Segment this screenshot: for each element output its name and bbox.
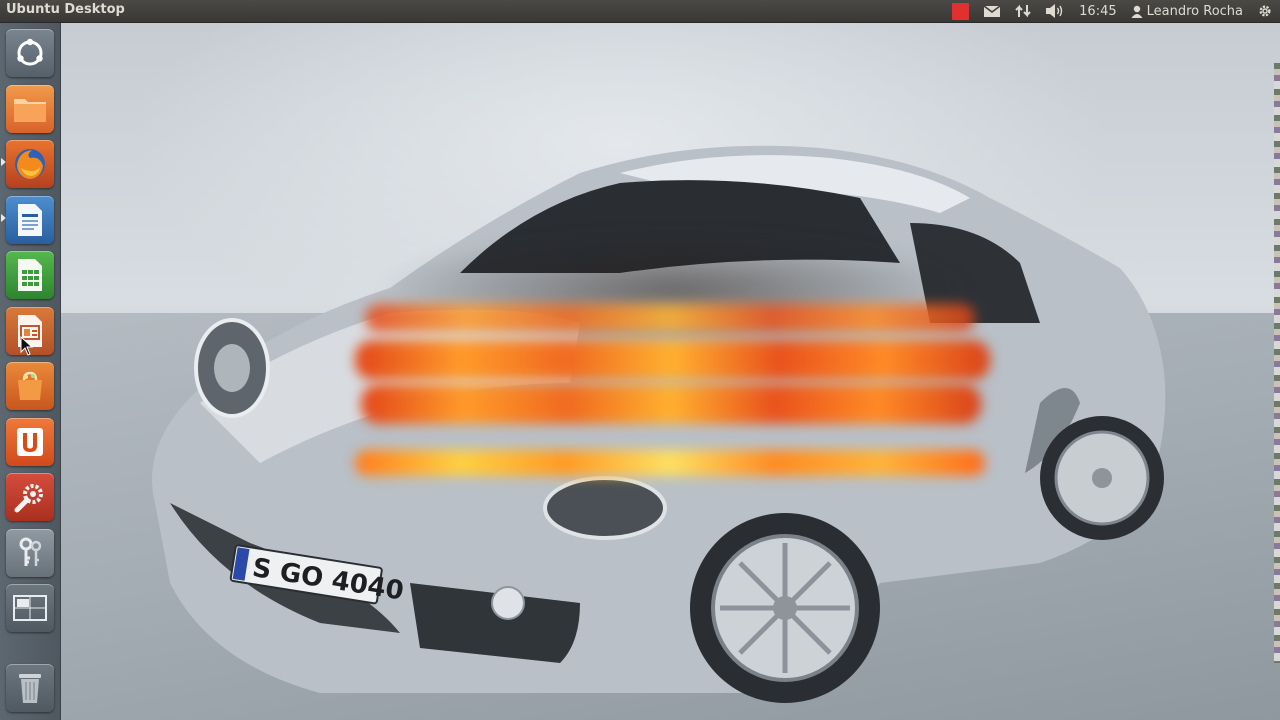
ubuntu-logo-icon [17,38,43,66]
workspace-switcher-icon [13,595,47,621]
fire-text-line [365,304,975,332]
unity-launcher [0,23,61,720]
indicator-area: 16:45 Leandro Rocha [945,0,1280,22]
fire-text-line [355,340,990,380]
envelope-icon [983,4,1001,17]
workspace-switcher-button[interactable] [6,584,54,632]
trash-launcher-button[interactable] [6,664,54,712]
keys-icon [19,537,42,566]
fire-text-line [355,450,985,476]
sound-indicator[interactable] [1038,0,1072,22]
wrench-gear-icon [14,484,43,513]
ubuntu-one-icon [17,428,43,456]
writer-launcher-button[interactable] [6,196,54,244]
ubuntu-one-launcher-button[interactable] [6,418,54,466]
firefox-icon [15,149,45,179]
folder-icon [14,99,46,122]
gear-icon [1259,5,1271,17]
network-updown-icon [1015,4,1031,18]
messaging-indicator[interactable] [976,0,1008,22]
files-launcher-button[interactable] [6,85,54,133]
network-indicator[interactable] [1008,0,1038,22]
shopping-bag-icon [18,371,42,400]
session-menu[interactable] [1250,0,1280,22]
recording-indicator[interactable] [945,0,976,22]
window-title: Ubuntu Desktop [6,2,125,17]
firefox-launcher-button[interactable] [6,140,54,188]
libreoffice-calc-icon [18,259,42,291]
passwords-keys-launcher-button[interactable] [6,529,54,577]
software-center-launcher-button[interactable] [6,362,54,410]
dash-home-button[interactable] [6,29,54,77]
fire-text-overlay [355,230,990,490]
system-settings-launcher-button[interactable] [6,473,54,521]
trash-icon [19,674,41,703]
mouse-pointer-icon [20,336,34,356]
top-panel: Ubuntu Desktop 16:45 Leandro Rocha [0,0,1280,23]
user-menu[interactable]: Leandro Rocha [1124,0,1250,22]
speaker-volume-icon [1046,4,1063,18]
smoke-cloud [375,230,975,350]
user-name: Leandro Rocha [1146,3,1243,19]
record-stop-icon [952,2,970,20]
wallpaper-edge-strip [1274,63,1280,663]
clock[interactable]: 16:45 [1072,0,1123,22]
user-icon [1131,5,1143,18]
fire-text-line [361,384,981,424]
libreoffice-writer-icon [18,204,42,236]
calc-launcher-button[interactable] [6,251,54,299]
